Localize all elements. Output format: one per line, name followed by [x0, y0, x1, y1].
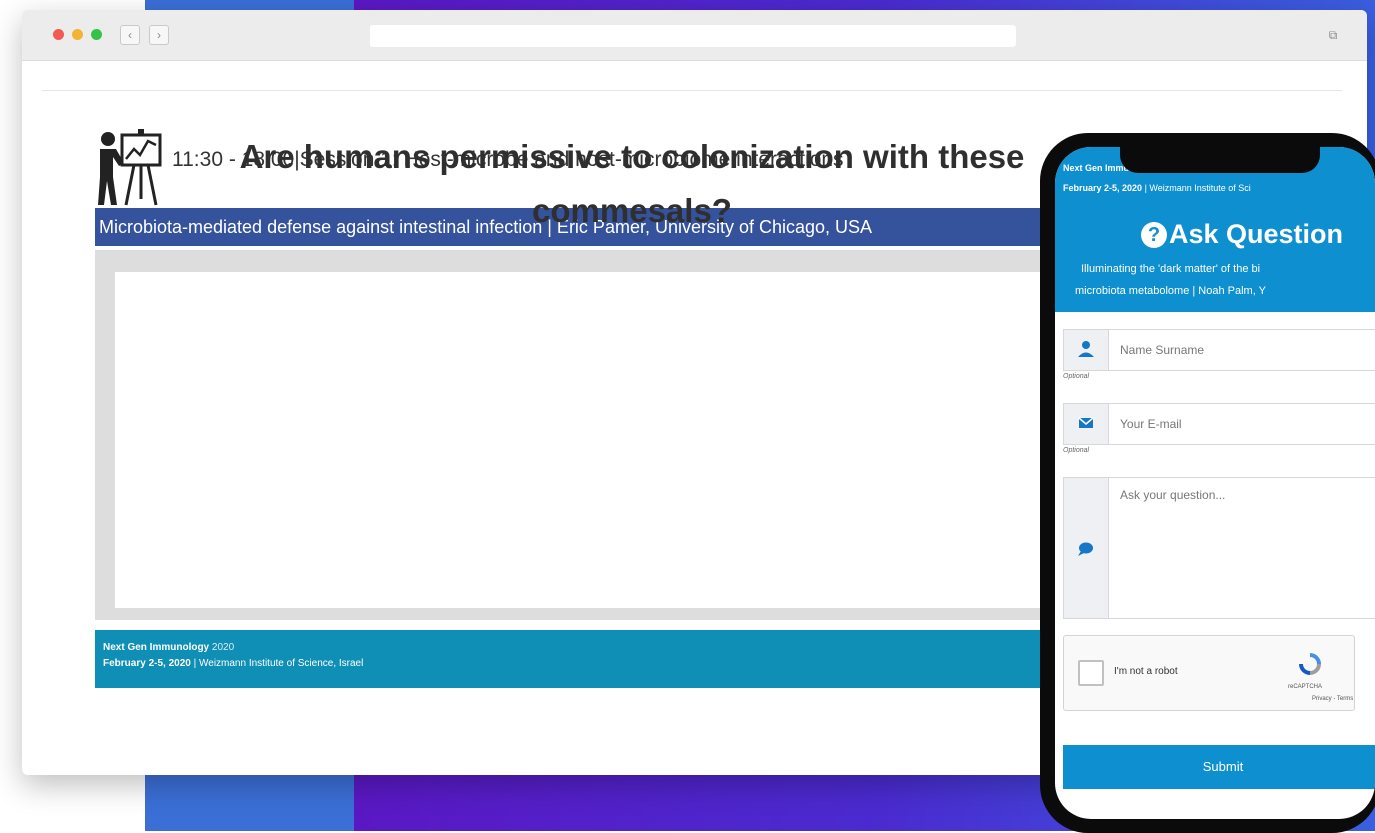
- recaptcha-widget: I'm not a robot reCAPTCHA Privacy - Term…: [1063, 635, 1355, 711]
- footer-event-year: 2020: [211, 642, 235, 653]
- recaptcha-checkbox[interactable]: [1078, 660, 1104, 686]
- question-placeholder: Ask your question...: [1120, 488, 1226, 502]
- ask-question-title: ? Ask Question: [1141, 219, 1343, 250]
- close-window-button[interactable]: [53, 29, 64, 40]
- envelope-icon: [1064, 404, 1109, 444]
- footer-separator: |: [193, 658, 197, 669]
- recaptcha-privacy-link[interactable]: Privacy - Terms: [1312, 696, 1353, 702]
- phone-talk-line-2: microbiota metabolome | Noah Palm, Y: [1075, 285, 1266, 297]
- footer-dates: February 2-5, 2020: [103, 658, 191, 669]
- maximize-window-button[interactable]: [91, 29, 102, 40]
- question-field[interactable]: Ask your question...: [1063, 477, 1375, 619]
- phone-venue: Weizmann Institute of Sci: [1149, 183, 1251, 193]
- question-icon: ?: [1141, 222, 1167, 248]
- phone-dates: February 2-5, 2020: [1063, 183, 1143, 193]
- email-optional-label: Optional: [1063, 447, 1090, 454]
- email-placeholder: Your E-mail: [1120, 417, 1182, 431]
- name-optional-label: Optional: [1063, 373, 1090, 380]
- forward-button[interactable]: ›: [149, 25, 169, 45]
- slide-frame: [95, 250, 1095, 620]
- tab-icon[interactable]: ⧉: [1324, 26, 1342, 44]
- email-field[interactable]: Your E-mail: [1063, 403, 1375, 445]
- recaptcha-icon: [1299, 653, 1321, 675]
- minimize-window-button[interactable]: [72, 29, 83, 40]
- ask-question-label: Ask Question: [1169, 219, 1344, 249]
- phone-notch: [1120, 147, 1320, 173]
- phone-screen: Next Gen Immunology 2020 February 2-5, 2…: [1055, 147, 1375, 819]
- name-placeholder: Name Surname: [1120, 343, 1205, 357]
- footer-event-name: Next Gen Immunology 2020: [103, 642, 234, 653]
- back-button[interactable]: ‹: [120, 25, 140, 45]
- phone-mockup: Next Gen Immunology 2020 February 2-5, 2…: [1040, 133, 1375, 833]
- event-footer: Next Gen Immunology 2020 February 2-5, 2…: [95, 630, 1095, 688]
- footer-venue: Weizmann Institute of Science, Israel: [199, 658, 364, 669]
- recaptcha-brand: reCAPTCHA: [1288, 684, 1323, 690]
- footer-event-title: Next Gen Immunology: [103, 642, 210, 653]
- phone-event-details: February 2-5, 2020 | Weizmann Institute …: [1063, 183, 1251, 193]
- user-icon: [1064, 330, 1109, 370]
- footer-event-details: February 2-5, 2020 | Weizmann Institute …: [103, 658, 363, 669]
- recaptcha-label: I'm not a robot: [1114, 666, 1178, 677]
- chat-icon: [1064, 478, 1109, 618]
- slide: [115, 272, 1075, 608]
- submit-button[interactable]: Submit: [1063, 745, 1375, 789]
- name-field[interactable]: Name Surname: [1063, 329, 1375, 371]
- browser-titlebar: ‹ › ⧉: [22, 10, 1367, 61]
- phone-talk-line-1: Illuminating the 'dark matter' of the bi: [1081, 263, 1261, 275]
- phone-separator: |: [1144, 183, 1147, 193]
- address-bar[interactable]: [370, 25, 1016, 47]
- divider: [42, 90, 1342, 91]
